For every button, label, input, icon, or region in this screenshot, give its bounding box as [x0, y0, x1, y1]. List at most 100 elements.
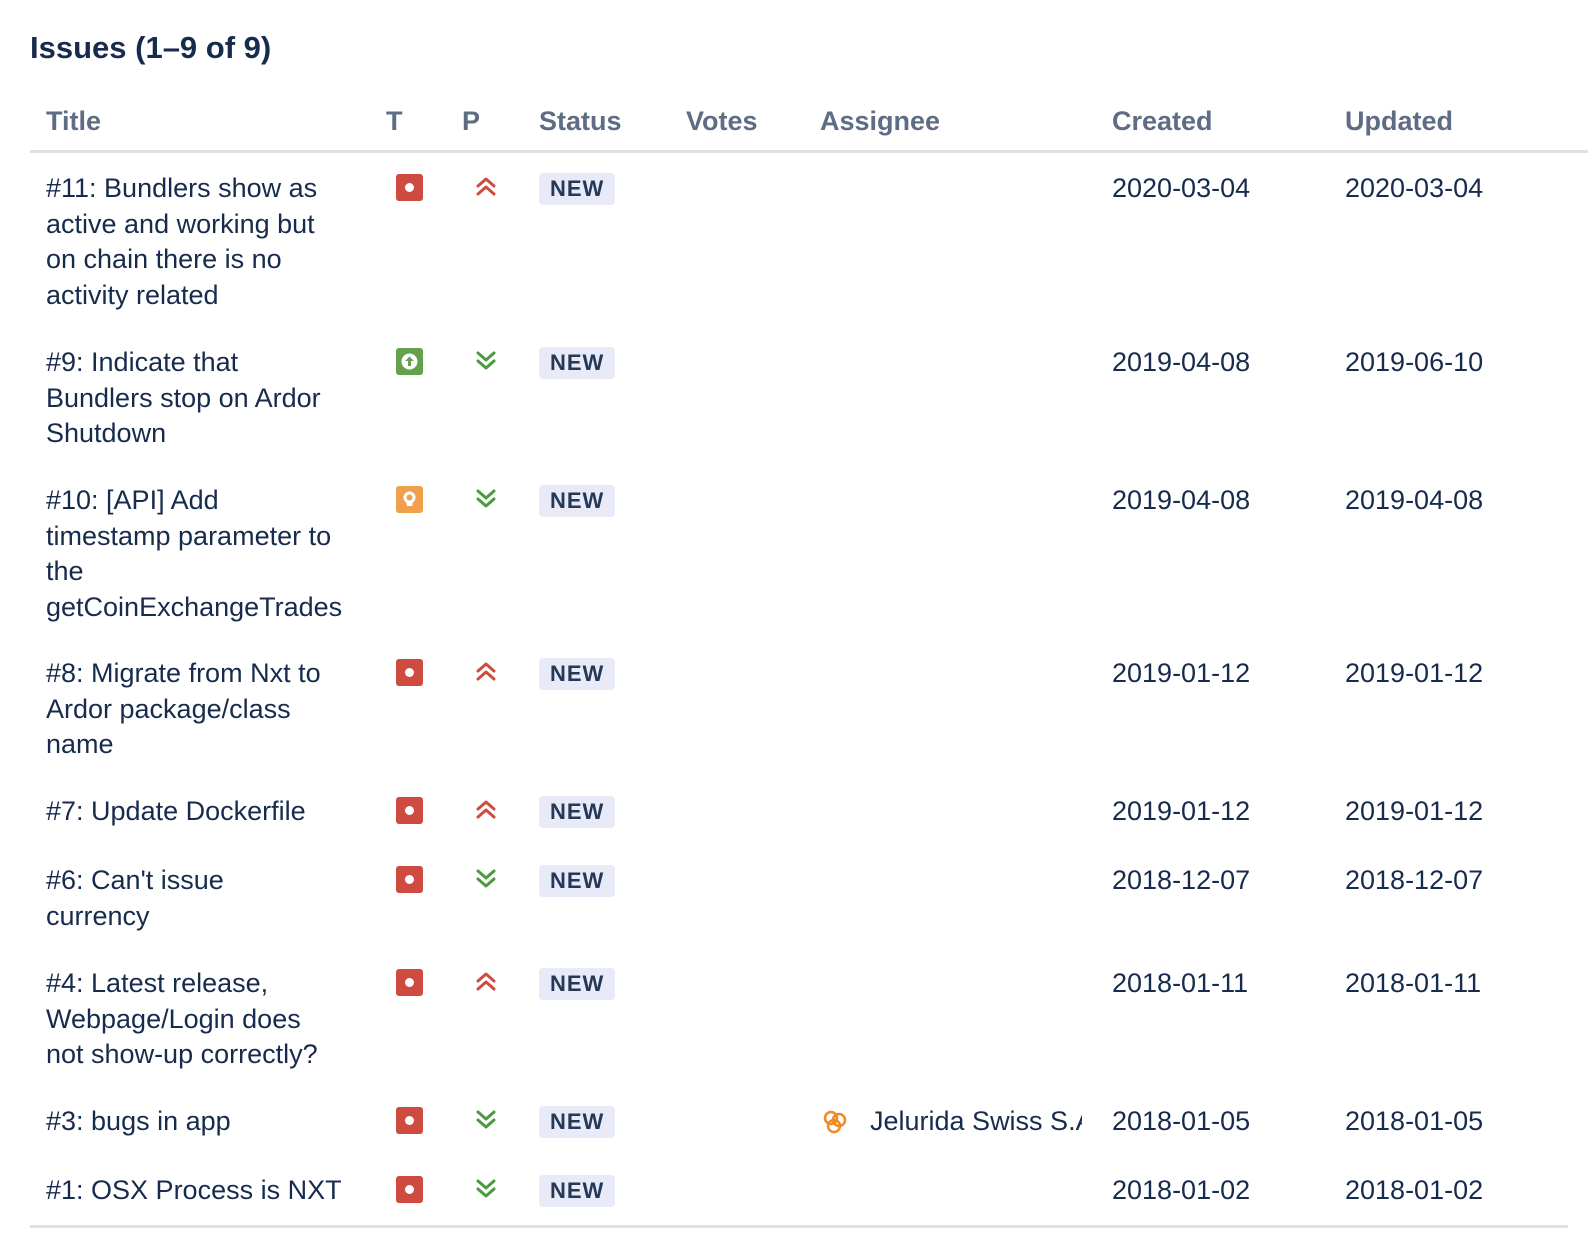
issue-title-link[interactable]: #7: Update Dockerfile	[46, 794, 358, 830]
priority-low-icon	[474, 486, 498, 512]
issue-title-link[interactable]: #3: bugs in app	[46, 1104, 358, 1140]
status-badge: NEW	[539, 658, 616, 690]
updated-date: 2019-01-12	[1345, 796, 1484, 826]
table-row[interactable]: #11: Bundlers show as active and working …	[30, 153, 1588, 327]
created-date: 2019-01-12	[1112, 658, 1251, 688]
column-header-votes[interactable]: Votes	[686, 106, 758, 137]
created-date: 2020-03-04	[1112, 173, 1251, 203]
issue-title-line: #4: Latest release,	[46, 968, 269, 998]
issue-title-link[interactable]: #9: Indicate that Bundlers stop on Ardor S…	[46, 345, 358, 452]
issue-title-line: Shutdown	[46, 418, 167, 448]
updated-date: 2018-01-02	[1345, 1175, 1484, 1205]
bug-icon	[396, 174, 423, 201]
table-row[interactable]: #7: Update Dockerfile NEW 2019-01-12 2019-0…	[30, 776, 1588, 845]
table-row[interactable]: #6: Can't issue currency NEW 2018-12-07 2018…	[30, 845, 1588, 948]
table-row[interactable]: #8: Migrate from Nxt to Ardor package/cla…	[30, 638, 1588, 776]
issue-title-link[interactable]: #10: [API] Add timestamp parameter to the g…	[46, 483, 358, 625]
issues-table-body: #11: Bundlers show as active and working …	[30, 153, 1588, 1227]
priority-low-icon	[474, 1107, 498, 1133]
status-badge: NEW	[539, 173, 616, 205]
status-badge: NEW	[539, 347, 616, 379]
created-date: 2019-04-08	[1112, 347, 1251, 377]
issue-title-link[interactable]: #4: Latest release, Webpage/Login does not…	[46, 966, 358, 1073]
issue-title-line: Ardor package/class	[46, 693, 291, 724]
created-date: 2019-01-12	[1112, 796, 1251, 826]
table-header: Title T P Status Votes Assignee Created …	[30, 100, 1588, 153]
status-badge: NEW	[539, 796, 616, 828]
priority-low-icon	[474, 1176, 498, 1202]
created-date: 2018-01-05	[1112, 1106, 1251, 1136]
issue-title-line: #10: [API] Add	[46, 485, 219, 515]
issue-title-line: getCoinExchangeTrades	[46, 591, 343, 622]
updated-date: 2019-01-12	[1345, 658, 1484, 688]
updated-date: 2018-12-07	[1345, 865, 1484, 895]
issue-title-link[interactable]: #8: Migrate from Nxt to Ardor package/cla…	[46, 656, 358, 763]
issue-title-link[interactable]: #11: Bundlers show as active and working …	[46, 171, 358, 313]
issue-title-link[interactable]: #6: Can't issue currency	[46, 863, 358, 934]
status-badge: NEW	[539, 1175, 616, 1207]
column-header-updated[interactable]: Updated	[1345, 106, 1453, 137]
table-row[interactable]: #10: [API] Add timestamp parameter to the g…	[30, 465, 1588, 638]
updated-date: 2018-01-11	[1345, 968, 1482, 998]
priority-low-icon	[474, 866, 498, 892]
proposal-icon	[396, 486, 423, 513]
issue-title-line: name	[46, 729, 114, 759]
updated-date: 2020-03-04	[1345, 173, 1484, 203]
table-row[interactable]: #3: bugs in app NEW Jelurida Swiss S.A. 201…	[30, 1086, 1588, 1155]
issue-title-line: active and working but	[46, 208, 315, 239]
assignee-cell[interactable]: Jelurida Swiss S.A.	[820, 1104, 1082, 1140]
priority-high-icon	[474, 797, 498, 823]
table-row[interactable]: #1: OSX Process is NXT NEW 2018-01-02 2018-…	[30, 1155, 1588, 1227]
issue-title-line: currency	[46, 900, 150, 931]
created-date: 2018-12-07	[1112, 865, 1251, 895]
bug-icon	[396, 1176, 423, 1203]
priority-high-icon	[474, 969, 498, 995]
issue-title-line: #11: Bundlers show as	[46, 173, 318, 203]
issue-title-line: #9: Indicate that	[46, 347, 239, 377]
updated-date: 2018-01-05	[1345, 1106, 1484, 1136]
priority-high-icon	[474, 659, 498, 685]
issue-title-link[interactable]: #1: OSX Process is NXT	[46, 1173, 358, 1209]
issue-title-line: on chain there is no	[46, 244, 282, 274]
issue-title-line: #8: Migrate from Nxt to	[46, 658, 321, 688]
bug-icon	[396, 969, 423, 996]
updated-date: 2019-06-10	[1345, 347, 1484, 377]
column-header-status[interactable]: Status	[539, 106, 622, 137]
issue-title-line: Bundlers stop on Ardor	[46, 382, 321, 413]
issue-title-line: the	[46, 556, 84, 586]
issue-title-line: Webpage/Login does	[46, 1003, 301, 1034]
status-badge: NEW	[539, 1106, 616, 1138]
bug-icon	[396, 659, 423, 686]
status-badge: NEW	[539, 865, 616, 897]
assignee-name: Jelurida Swiss S.A.	[870, 1106, 1082, 1136]
bug-icon	[396, 866, 423, 893]
updated-date: 2019-04-08	[1345, 485, 1484, 515]
priority-high-icon	[474, 174, 498, 200]
bug-icon	[396, 1107, 423, 1134]
issue-title-line: #6: Can't issue	[46, 865, 224, 895]
issue-title-line: activity related	[46, 279, 219, 310]
issue-title-line: #3: bugs in app	[46, 1106, 231, 1136]
bug-icon	[396, 797, 423, 824]
issue-title-line: not show-up correctly?	[46, 1039, 318, 1069]
issue-title-line: #1: OSX Process is NXT	[46, 1175, 342, 1205]
table-row[interactable]: #9: Indicate that Bundlers stop on Ardor S…	[30, 327, 1588, 465]
created-date: 2018-01-11	[1112, 968, 1249, 998]
page-title: Issues (1–9 of 9)	[30, 30, 272, 65]
enhancement-icon	[396, 348, 423, 375]
status-badge: NEW	[539, 485, 616, 517]
column-header-title[interactable]: Title	[46, 106, 101, 137]
issue-title-line: timestamp parameter to	[46, 520, 332, 551]
priority-low-icon	[474, 348, 498, 374]
table-row[interactable]: #4: Latest release, Webpage/Login does not…	[30, 948, 1588, 1086]
table-bottom-border	[30, 1225, 1568, 1228]
column-header-assignee[interactable]: Assignee	[820, 106, 940, 137]
created-date: 2019-04-08	[1112, 485, 1251, 515]
column-header-type[interactable]: T	[386, 106, 403, 137]
created-date: 2018-01-02	[1112, 1175, 1251, 1205]
status-badge: NEW	[539, 968, 616, 1000]
column-header-created[interactable]: Created	[1112, 106, 1213, 137]
column-header-priority[interactable]: P	[462, 106, 480, 137]
issue-title-line: #7: Update Dockerfile	[46, 796, 306, 826]
avatar	[820, 1108, 850, 1138]
